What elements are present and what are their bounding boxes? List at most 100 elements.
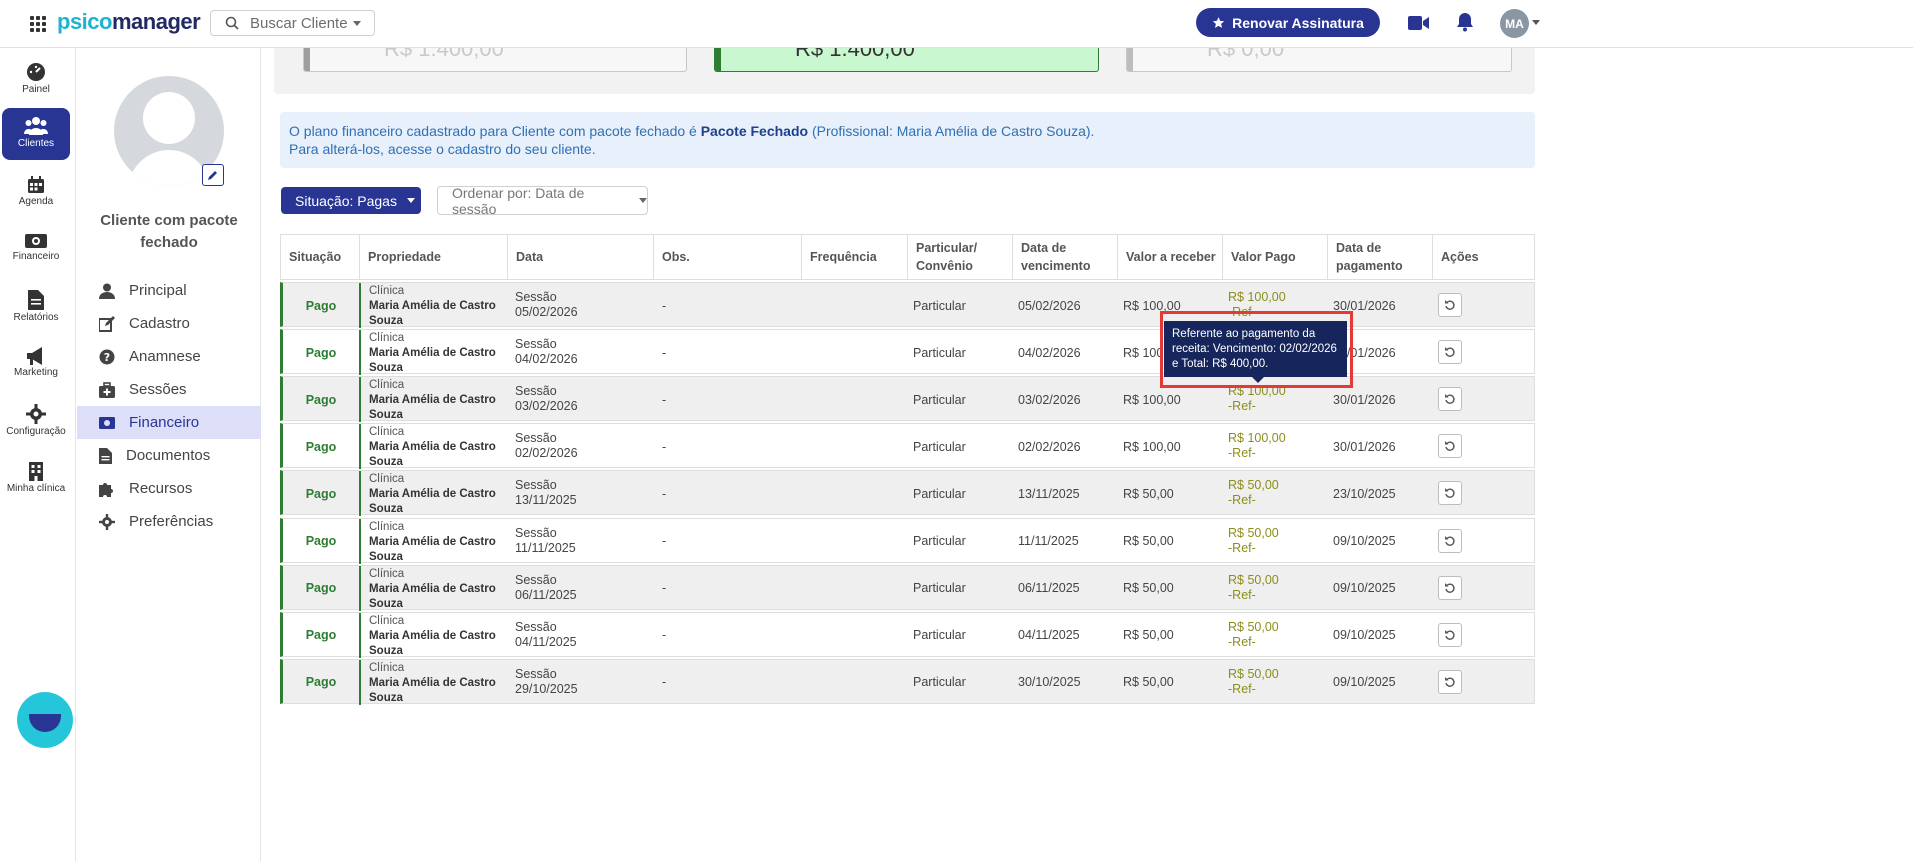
table-row[interactable]: Pago Clínica Maria Amélia de Castro Souza S… — [280, 564, 1535, 611]
undo-payment-button[interactable] — [1438, 293, 1462, 317]
undo-payment-button[interactable] — [1438, 622, 1462, 647]
puzzle-icon — [99, 482, 113, 497]
status-badge: Pago — [283, 424, 361, 470]
profile-menu-anamnese[interactable]: ? Anamnese — [77, 340, 261, 373]
payment-ref-link[interactable]: -Ref- — [1228, 493, 1279, 508]
undo-payment-button[interactable] — [1438, 340, 1462, 365]
undo-payment-button[interactable] — [1438, 669, 1462, 694]
undo-payment-button[interactable] — [1438, 387, 1462, 412]
profile-menu-cadastro[interactable]: Cadastro — [77, 307, 261, 340]
edit-avatar-button[interactable] — [202, 164, 224, 186]
due-date-cell: 13/11/2025 — [1018, 486, 1080, 501]
status-badge: Pago — [283, 612, 361, 658]
edit-icon — [99, 315, 115, 332]
property-type: Clínica — [369, 379, 405, 392]
app-logo[interactable]: psicomanager — [57, 9, 201, 35]
apps-grid-icon[interactable] — [30, 16, 46, 32]
undo-payment-button[interactable] — [1438, 575, 1462, 600]
profile-menu-principal[interactable]: Principal — [77, 274, 261, 307]
payment-ref-link[interactable]: -Ref- — [1228, 635, 1279, 650]
profile-menu-preferencias[interactable]: Preferências — [77, 505, 261, 538]
property-cell: Clínica Maria Amélia de Castro Souza — [369, 566, 509, 611]
notice-text: (Profissional: Maria Amélia de Castro So… — [808, 123, 1095, 139]
obs-cell: - — [662, 345, 667, 360]
payment-type-cell: Particular — [913, 392, 966, 407]
chevron-down-icon[interactable] — [1532, 20, 1540, 25]
col-valor-pago[interactable]: Valor Pago — [1222, 235, 1327, 279]
payment-ref-link[interactable]: -Ref- — [1228, 588, 1279, 603]
summary-value: R$ 0,00 — [1207, 48, 1285, 61]
undo-payment-button[interactable] — [1438, 528, 1462, 553]
main-nav-rail: Painel Clientes Agenda Financeiro Relató… — [0, 48, 76, 861]
profile-menu-sessoes[interactable]: Sessões — [77, 373, 261, 406]
nav-painel[interactable]: Painel — [2, 52, 70, 104]
professional-name: Maria Amélia de Castro Souza — [369, 394, 496, 422]
status-filter-dropdown[interactable]: Situação: Pagas — [281, 187, 421, 214]
payment-ref-link[interactable]: -Ref- — [1228, 682, 1279, 697]
summary-card-pending: R$ 0,00 — [1126, 48, 1512, 72]
undo-icon — [1445, 441, 1455, 452]
table-row[interactable]: Pago Clínica Maria Amélia de Castro Souza S… — [280, 658, 1535, 705]
property-cell: Clínica Maria Amélia de Castro Souza — [369, 330, 509, 375]
payment-ref-link[interactable]: -Ref- — [1228, 399, 1286, 414]
search-client-dropdown[interactable]: Buscar Cliente — [210, 10, 375, 36]
session-kind: Sessão — [515, 525, 557, 540]
menu-label: Documentos — [126, 447, 211, 464]
col-data-pagamento[interactable]: Data de pagamento — [1327, 235, 1432, 279]
nav-clientes[interactable]: Clientes — [2, 108, 70, 160]
nav-agenda[interactable]: Agenda — [2, 166, 70, 218]
status-badge: Pago — [283, 659, 361, 705]
table-row[interactable]: Pago Clínica Maria Amélia de Castro Souza S… — [280, 423, 1535, 470]
amount-paid: R$ 50,00 — [1228, 525, 1279, 540]
amount-paid-cell[interactable]: R$ 50,00 -Ref- — [1228, 566, 1279, 611]
table-row[interactable]: Pago Clínica Maria Amélia de Castro Souza S… — [280, 611, 1535, 658]
profile-menu-documentos[interactable]: Documentos — [77, 439, 261, 472]
amount-paid-cell[interactable]: R$ 50,00 -Ref- — [1228, 471, 1279, 516]
col-particular-convenio[interactable]: Particular/ Convênio — [907, 235, 1012, 279]
amount-paid-cell[interactable]: R$ 50,00 -Ref- — [1228, 660, 1279, 705]
col-data[interactable]: Data — [507, 235, 653, 279]
nav-relatorios[interactable]: Relatórios — [2, 280, 70, 332]
amount-paid-cell[interactable]: R$ 50,00 -Ref- — [1228, 519, 1279, 564]
undo-payment-button[interactable] — [1438, 434, 1462, 459]
renew-subscription-button[interactable]: Renovar Assinatura — [1196, 8, 1380, 37]
nav-label: Agenda — [18, 196, 54, 207]
session-kind: Sessão — [515, 572, 557, 587]
profile-menu-financeiro[interactable]: Financeiro — [77, 406, 261, 439]
status-badge: Pago — [283, 330, 361, 376]
sort-order-dropdown[interactable]: Ordenar por: Data de sessão — [437, 185, 648, 217]
nav-configuracao[interactable]: Configuração — [2, 394, 70, 446]
star-icon — [1212, 17, 1225, 28]
nav-minha-clinica[interactable]: Minha clínica — [2, 451, 70, 503]
bell-icon[interactable] — [1456, 12, 1474, 32]
col-obs[interactable]: Obs. — [653, 235, 801, 279]
col-propriedade[interactable]: Propriedade — [359, 235, 507, 279]
dashboard-icon — [27, 63, 45, 81]
user-icon — [99, 283, 115, 299]
col-valor-receber[interactable]: Valor a receber — [1117, 235, 1222, 279]
table-row[interactable]: Pago Clínica Maria Amélia de Castro Souza S… — [280, 470, 1535, 517]
payment-type-cell: Particular — [913, 675, 966, 690]
nav-label: Relatórios — [13, 312, 59, 323]
nav-marketing[interactable]: Marketing — [2, 337, 70, 389]
amount-paid: R$ 50,00 — [1228, 619, 1279, 634]
payment-date-cell: 30/01/2026 — [1333, 439, 1396, 454]
payment-ref-link[interactable]: -Ref- — [1228, 541, 1279, 556]
undo-payment-button[interactable] — [1438, 481, 1462, 506]
due-date-cell: 06/11/2025 — [1018, 581, 1080, 596]
user-avatar[interactable]: MA — [1500, 9, 1529, 38]
amount-paid-cell[interactable]: R$ 50,00 -Ref- — [1228, 613, 1279, 658]
amount-receivable-cell: R$ 100,00 — [1123, 439, 1181, 454]
property-cell: Clínica Maria Amélia de Castro Souza — [369, 283, 509, 328]
col-frequencia[interactable]: Frequência — [801, 235, 907, 279]
video-camera-icon[interactable] — [1408, 14, 1430, 32]
amount-paid-cell[interactable]: R$ 100,00 -Ref- — [1228, 424, 1286, 469]
nav-financeiro[interactable]: Financeiro — [2, 223, 70, 275]
col-situacao[interactable]: Situação — [281, 235, 359, 279]
table-row[interactable]: Pago Clínica Maria Amélia de Castro Souza S… — [280, 517, 1535, 564]
payment-ref-link[interactable]: -Ref- — [1228, 446, 1286, 461]
chat-widget-button[interactable] — [17, 692, 73, 748]
profile-menu-recursos[interactable]: Recursos — [77, 472, 261, 505]
session-date-cell: Sessão 02/02/2026 — [515, 424, 655, 469]
col-data-vencimento[interactable]: Data de vencimento — [1012, 235, 1117, 279]
